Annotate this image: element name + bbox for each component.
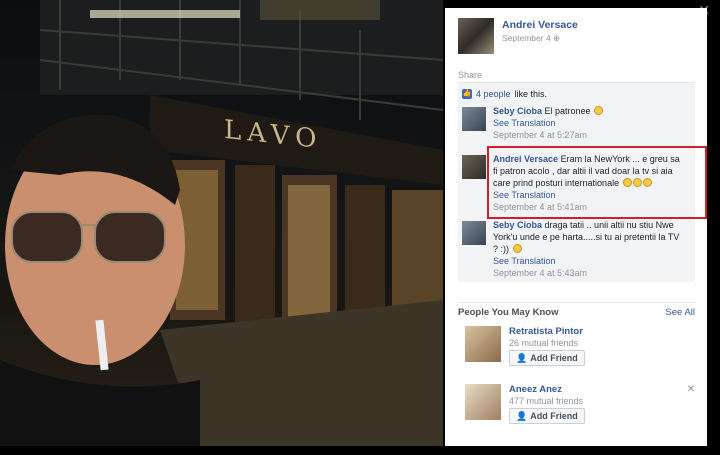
likes-count[interactable]: 4 people [476,89,511,99]
add-friend-icon: 👤 [516,352,528,363]
post-sidebar: Andrei Versace September 4 ⊕ Share 👍 4 p… [445,8,707,446]
share-link[interactable]: Share [458,70,482,80]
commenter-avatar[interactable] [462,107,486,131]
see-translation-link[interactable]: See Translation [493,189,685,201]
likes-suffix: like this. [514,89,548,99]
divider [458,302,695,303]
see-translation-link[interactable]: See Translation [493,255,685,267]
likes-row: 👍 4 people like this. [462,87,547,101]
author-avatar[interactable] [458,18,494,54]
friend-name[interactable]: Aneez Anez [509,384,562,395]
comment-timestamp[interactable]: September 4 at 5:41am [493,201,685,213]
commenter-name[interactable]: Seby Cioba [493,106,542,116]
add-friend-label: Add Friend [530,411,578,421]
comment-timestamp[interactable]: September 4 at 5:27am [493,129,685,141]
friend-name[interactable]: Retratista Pintor [509,326,583,337]
post-date-text: September 4 [502,33,551,43]
emoji-icon [632,178,642,187]
post-date[interactable]: September 4 ⊕ [502,33,560,44]
mutual-friends[interactable]: 26 mutual friends [509,338,578,348]
commenter-avatar[interactable] [462,221,486,245]
emoji-icon [622,178,632,187]
emoji-icon [594,106,604,115]
photo-scene [0,0,443,446]
see-all-link[interactable]: See All [665,307,695,318]
comment-timestamp[interactable]: September 4 at 5:43am [493,267,685,279]
add-friend-icon: 👤 [516,410,528,421]
friend-avatar[interactable] [465,384,501,420]
dismiss-icon[interactable]: ✕ [687,384,695,395]
comment-text: El patronee [544,106,591,116]
commenter-avatar[interactable] [462,155,486,179]
post-photo[interactable]: LAVO [0,0,443,446]
pymk-item: Aneez Anez 477 mutual friends 👤 Add Frie… [465,384,695,428]
like-thumb-icon: 👍 [462,89,472,99]
globe-icon: ⊕ [553,33,561,43]
commenter-name[interactable]: Seby Cioba [493,220,542,230]
post-header: Andrei Versace September 4 ⊕ [445,8,707,56]
add-friend-button[interactable]: 👤 Add Friend [509,350,585,366]
comments-section: 👍 4 people like this. Seby Cioba El patr… [458,82,695,282]
mutual-friends[interactable]: 477 mutual friends [509,396,583,406]
commenter-name[interactable]: Andrei Versace [493,154,558,164]
emoji-icon [512,244,522,253]
author-name[interactable]: Andrei Versace [502,19,578,31]
add-friend-button[interactable]: 👤 Add Friend [509,408,585,424]
see-translation-link[interactable]: See Translation [493,117,685,129]
pymk-item: Retratista Pintor 26 mutual friends 👤 Ad… [465,326,695,370]
friend-avatar[interactable] [465,326,501,362]
emoji-icon [642,178,652,187]
add-friend-label: Add Friend [530,353,578,363]
pymk-title: People You May Know [458,307,559,318]
